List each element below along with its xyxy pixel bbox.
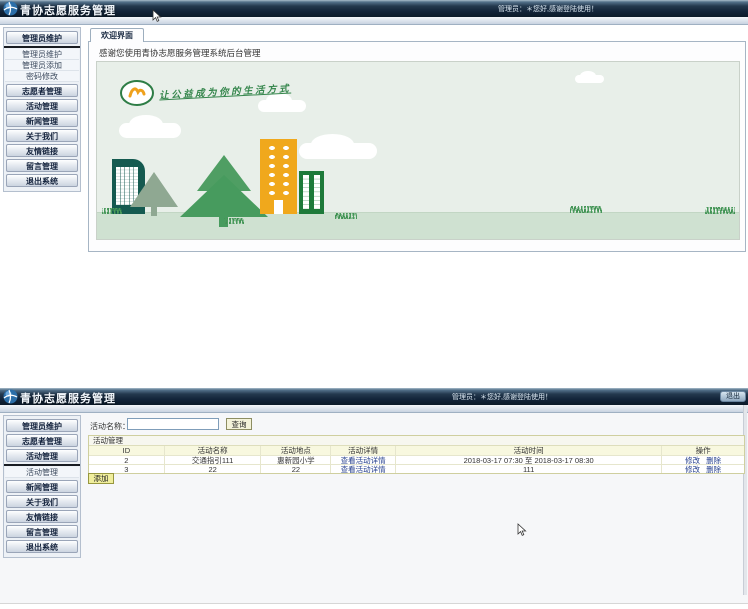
column-header-operation: 操作 (661, 446, 744, 455)
mouse-cursor-icon (517, 523, 527, 537)
delete-link[interactable]: 删除 (706, 465, 721, 473)
sidebar-item-about-us[interactable]: 关于我们 (6, 495, 78, 508)
sidebar-subitem-admin-maintain[interactable]: 管理员维护 (5, 49, 79, 60)
sidebar-item-admin-maintain[interactable]: 管理员维护 (6, 31, 78, 44)
activity-name-label: 活动名称： (90, 421, 130, 432)
cell-name: 交通指引111 (164, 456, 261, 464)
sidebar-item-volunteers[interactable]: 志愿者管理 (6, 84, 78, 97)
building-green (299, 171, 324, 214)
sidebar-item-admin-maintain[interactable]: 管理员维护 (6, 419, 78, 432)
app-title: 青协志愿服务管理 (20, 390, 116, 406)
column-header-location: 活动地点 (260, 446, 330, 455)
grass-tuft (102, 208, 122, 214)
column-header-name: 活动名称 (164, 446, 261, 455)
tree-trunk (151, 206, 157, 216)
login-status: 管理员：＊您好,感谢登陆使用！ (498, 4, 598, 14)
grass-tuft (335, 213, 357, 219)
activity-table: 活动管理 ID 活动名称 活动地点 活动详情 活动时间 操作 2 交通指引111… (88, 435, 745, 474)
building-yellow (260, 139, 297, 214)
cloud-icon (299, 143, 377, 159)
sidebar-item-volunteers[interactable]: 志愿者管理 (6, 434, 78, 447)
edit-link[interactable]: 修改 (685, 465, 700, 473)
vertical-scrollbar[interactable] (743, 405, 747, 595)
building-door (274, 200, 283, 214)
tab-welcome[interactable]: 欢迎界面 (90, 28, 144, 42)
cell-id: 2 (89, 456, 164, 464)
app-logo-icon (3, 389, 18, 404)
grass-tuft (570, 206, 602, 213)
building-windows (303, 175, 320, 209)
sidebar-item-messages[interactable]: 留言管理 (6, 525, 78, 538)
query-button[interactable]: 查询 (226, 418, 252, 430)
mouse-cursor-icon (152, 9, 162, 23)
sidebar-item-exit[interactable]: 退出系统 (6, 540, 78, 553)
cloud-icon (575, 75, 604, 83)
grass-tuft (224, 218, 244, 224)
cloud-icon (119, 123, 181, 138)
sidebar-item-activities[interactable]: 活动管理 (6, 449, 78, 462)
sidebar-active-divider (4, 46, 80, 48)
tree-canopy (180, 175, 268, 217)
sidebar-item-news[interactable]: 新闻管理 (6, 480, 78, 493)
sidebar: 管理员维护 管理员维护 管理员添加 密码修改 志愿者管理 活动管理 新闻管理 关… (3, 27, 81, 192)
cell-time: 2018-03-17 07:30 至 2018-03-17 08:30 (395, 456, 661, 464)
sidebar-active-divider (4, 464, 80, 466)
column-header-time: 活动时间 (395, 446, 661, 455)
cell-time: 111 (395, 465, 661, 473)
edit-link[interactable]: 修改 (685, 456, 700, 464)
table-row: 2 交通指引111 惠新园小学 查看活动详情 2018-03-17 07:30 … (89, 455, 744, 464)
building-windows (265, 144, 293, 197)
view-detail-link[interactable]: 查看活动详情 (341, 465, 386, 473)
sidebar-item-messages[interactable]: 留言管理 (6, 159, 78, 172)
page: 青协志愿服务管理 管理员：＊您好,感谢登陆使用！ 管理员维护 管理员维护 管理员… (0, 0, 748, 609)
cell-name: 22 (164, 465, 261, 473)
sidebar-item-about-us[interactable]: 关于我们 (6, 129, 78, 142)
cell-location: 22 (260, 465, 330, 473)
welcome-message: 感谢您使用青协志愿服务管理系统后台管理 (99, 47, 261, 59)
cell-id: 3 (89, 465, 164, 473)
activity-name-input[interactable] (127, 418, 219, 430)
grass-tuft (705, 207, 735, 214)
sidebar-item-exit[interactable]: 退出系统 (6, 174, 78, 187)
cloud-icon (258, 100, 306, 112)
tree-canopy (130, 172, 178, 207)
sidebar-subitem-password-change[interactable]: 密码修改 (5, 71, 79, 82)
column-header-detail: 活动详情 (330, 446, 395, 455)
column-header-id: ID (89, 446, 164, 455)
sidebar: 管理员维护 志愿者管理 活动管理 活动管理 新闻管理 关于我们 友情链接 留言管… (3, 415, 81, 558)
table-title: 活动管理 (89, 436, 744, 446)
app-header: 青协志愿服务管理 管理员：＊您好,感谢登陆使用！ (0, 0, 748, 17)
app-logo-icon (3, 1, 18, 16)
logout-button[interactable]: 退出 (720, 391, 746, 402)
sidebar-item-links[interactable]: 友情链接 (6, 510, 78, 523)
header-substrip (0, 405, 748, 413)
view-detail-link[interactable]: 查看活动详情 (341, 456, 386, 464)
header-substrip (0, 17, 748, 25)
table-header-row: ID 活动名称 活动地点 活动详情 活动时间 操作 (89, 446, 744, 455)
login-status: 管理员：＊您好,感谢登陆使用！ (452, 392, 552, 402)
delete-link[interactable]: 删除 (706, 456, 721, 464)
cell-location: 惠新园小学 (260, 456, 330, 464)
table-row: 3 22 22 查看活动详情 111 修改 删除 (89, 464, 744, 473)
sidebar-subitem-admin-add[interactable]: 管理员添加 (5, 60, 79, 71)
sidebar-item-news[interactable]: 新闻管理 (6, 114, 78, 127)
sidebar-item-activities[interactable]: 活动管理 (6, 99, 78, 112)
app-title: 青协志愿服务管理 (20, 2, 116, 18)
banner-logo-icon (119, 79, 155, 107)
add-button[interactable]: 添加 (88, 473, 114, 484)
activity-screen: 青协志愿服务管理 管理员：＊您好,感谢登陆使用！ 退出 管理员维护 志愿者管理 … (0, 388, 748, 604)
sidebar-subitem-activity-manage[interactable]: 活动管理 (5, 467, 79, 478)
content-panel: 感谢您使用青协志愿服务管理系统后台管理 让公益成为你的生活方式 (88, 41, 746, 252)
sidebar-item-links[interactable]: 友情链接 (6, 144, 78, 157)
welcome-screen: 青协志愿服务管理 管理员：＊您好,感谢登陆使用！ 管理员维护 管理员维护 管理员… (0, 0, 748, 379)
banner-illustration: 让公益成为你的生活方式 (96, 61, 740, 240)
app-header: 青协志愿服务管理 管理员：＊您好,感谢登陆使用！ 退出 (0, 388, 748, 405)
